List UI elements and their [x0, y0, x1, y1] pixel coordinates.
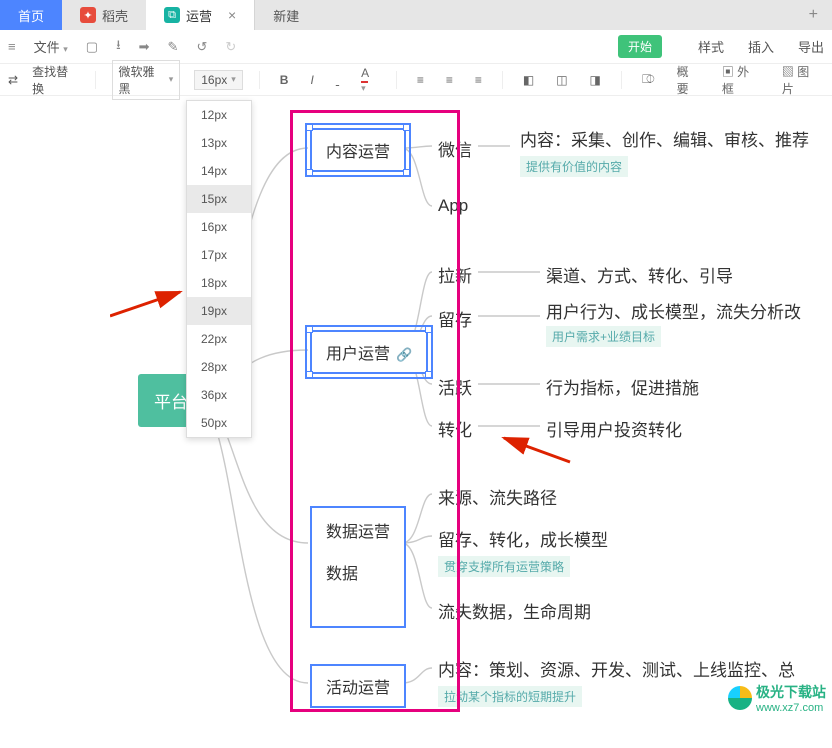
find-replace-button[interactable]: 查找替换 [32, 63, 78, 97]
tag-data-strategy: 贯穿支撑所有运营策略 [438, 556, 570, 577]
size-option-15px[interactable]: 15px [187, 185, 251, 213]
child-liucun[interactable]: 留存 [438, 306, 472, 331]
menu-insert[interactable]: 插入 [748, 37, 774, 56]
mindmap-canvas[interactable]: 平台 内容运营 微信 内容：采集、创作、编辑、审核、推荐 提供有价值的内容 Ap… [0, 98, 832, 720]
new-doc-icon[interactable]: ▢ [86, 39, 98, 55]
size-option-18px[interactable]: 18px [187, 269, 251, 297]
node-activity-ops[interactable]: 活动运营 [310, 664, 406, 708]
font-select[interactable]: 微软雅黑▾ [112, 60, 181, 100]
italic-button[interactable]: I [306, 73, 317, 87]
child-weixin-desc[interactable]: 内容：采集、创作、编辑、审核、推荐 [520, 126, 809, 151]
child-loss[interactable]: 流失数据，生命周期 [438, 598, 591, 623]
size-option-50px[interactable]: 50px [187, 409, 251, 437]
toolbar: ⇄ 查找替换 微软雅黑▾ 16px▾ B I A ▾ ≡ ≡ ≡ ◧ ◫ ◨ ⎄… [0, 64, 832, 96]
watermark: 极光下载站 www.xz7.com [728, 682, 826, 714]
child-zhuanhua[interactable]: 转化 [438, 416, 472, 441]
size-option-17px[interactable]: 17px [187, 241, 251, 269]
tab-active[interactable]: ⧉ 运营 × [146, 0, 254, 30]
watermark-logo-icon [728, 686, 752, 710]
frame-button[interactable]: ▣ 外框 [718, 63, 764, 97]
size-option-22px[interactable]: 22px [187, 325, 251, 353]
underline-button[interactable] [332, 73, 343, 87]
brush-icon[interactable]: ✎ [168, 39, 179, 55]
child-huoyue[interactable]: 活跃 [438, 374, 472, 399]
child-liucun-desc[interactable]: 用户行为、成长模型，流失分析改 [546, 298, 801, 323]
find-replace-icon[interactable]: ⇄ [8, 73, 18, 87]
layout2-button[interactable]: ◫ [552, 73, 571, 87]
child-huoyue-desc[interactable]: 行为指标，促进措施 [546, 374, 699, 399]
child-zhuanhua-desc[interactable]: 引导用户投资转化 [546, 416, 682, 441]
size-option-12px[interactable]: 12px [187, 101, 251, 129]
bold-button[interactable]: B [276, 73, 293, 87]
docer-icon: ✦ [80, 7, 96, 23]
size-option-36px[interactable]: 36px [187, 381, 251, 409]
menu-hamburger-icon[interactable]: ≡ [8, 39, 16, 54]
menu-start[interactable]: 开始 [618, 35, 662, 58]
child-model[interactable]: 留存、转化，成长模型 [438, 526, 608, 551]
tab-home[interactable]: 首页 [0, 0, 62, 30]
child-weixin[interactable]: 微信 [438, 136, 472, 161]
outline-button[interactable]: 概要 [673, 63, 704, 97]
image-button[interactable]: ▧ 图片 [778, 63, 824, 97]
link-icon: 🔗 [396, 347, 412, 362]
node-content-ops[interactable]: 内容运营 [310, 128, 406, 172]
export-icon[interactable]: ➡ [139, 39, 150, 55]
font-color-button[interactable]: A ▾ [357, 66, 380, 94]
child-source[interactable]: 来源、流失路径 [438, 484, 557, 509]
close-icon[interactable]: × [228, 7, 236, 23]
add-tab-button[interactable]: + [795, 6, 832, 24]
tag-user-goal: 用户需求+业绩目标 [546, 326, 661, 347]
child-activity-desc[interactable]: 内容：策划、资源、开发、测试、上线监控、总 [438, 656, 795, 681]
mindmap-icon: ⧉ [164, 7, 180, 23]
tab-new[interactable]: 新建 [254, 0, 317, 30]
size-option-13px[interactable]: 13px [187, 129, 251, 157]
node-user-ops[interactable]: 用户运营🔗 [310, 330, 428, 374]
tag-activity: 拉动某个指标的短期提升 [438, 686, 582, 707]
menu-export[interactable]: 导出 [798, 37, 824, 56]
redo-icon[interactable]: ↻ [225, 39, 236, 55]
undo-icon[interactable]: ↺ [196, 39, 207, 55]
size-option-28px[interactable]: 28px [187, 353, 251, 381]
layout1-button[interactable]: ◧ [519, 73, 538, 87]
tag-content-value: 提供有价值的内容 [520, 156, 628, 177]
font-size-select[interactable]: 16px▾ [194, 70, 243, 90]
align-center-button[interactable]: ≡ [442, 73, 457, 87]
tab-bar: 首页 ✦ 稻壳 ⧉ 运营 × 新建 + [0, 0, 832, 30]
size-option-16px[interactable]: 16px [187, 213, 251, 241]
struct-icon[interactable]: ⎄ [638, 72, 659, 87]
font-size-dropdown[interactable]: 12px13px14px15px16px17px18px19px22px28px… [186, 100, 252, 438]
size-option-14px[interactable]: 14px [187, 157, 251, 185]
menu-style[interactable]: 样式 [698, 37, 724, 56]
child-laxin-desc[interactable]: 渠道、方式、转化、引导 [546, 262, 733, 287]
align-right-button[interactable]: ≡ [471, 73, 486, 87]
tab-add-area: + [317, 0, 832, 30]
layout3-button[interactable]: ◨ [586, 73, 605, 87]
align-left-button[interactable]: ≡ [413, 73, 428, 87]
child-app[interactable]: App [438, 196, 468, 216]
download-icon[interactable]: ⭳ [116, 36, 121, 58]
menu-file[interactable]: 文件 ▾ [34, 37, 68, 56]
node-data-ops[interactable]: 数据运营 数据 [310, 506, 406, 628]
tab-docer[interactable]: ✦ 稻壳 [62, 0, 146, 30]
size-option-19px[interactable]: 19px [187, 297, 251, 325]
child-laxin[interactable]: 拉新 [438, 262, 472, 287]
